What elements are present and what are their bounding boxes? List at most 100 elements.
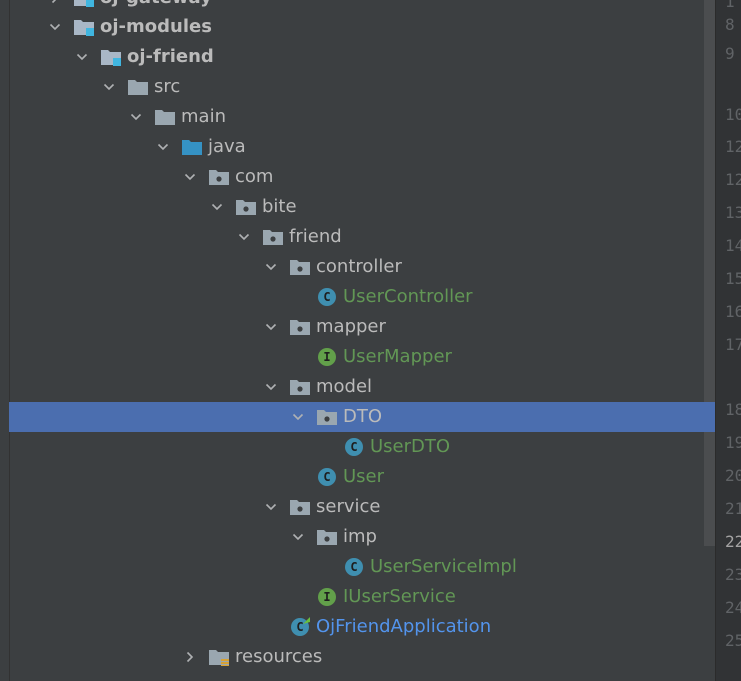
line-number: 9 (725, 44, 735, 63)
line-number: 10 (725, 105, 741, 124)
class-badge-letter: C (345, 438, 363, 456)
source-folder-icon (181, 137, 203, 157)
package-icon (289, 317, 311, 337)
line-number: 14 (725, 236, 741, 255)
tree-row-userserviceimpl[interactable]: C UserServiceImpl (9, 552, 715, 582)
package-icon (235, 197, 257, 217)
tree-row-userdto[interactable]: C UserDTO (9, 432, 715, 462)
class-icon: C (343, 557, 365, 577)
tree-row-dto[interactable]: DTO (9, 402, 715, 432)
line-number: 25 (725, 631, 741, 650)
module-icon (73, 0, 95, 8)
line-number: 16 (725, 302, 741, 321)
tree-row-resources[interactable]: resources (9, 642, 715, 672)
tree-row-com[interactable]: com (9, 162, 715, 192)
project-tree[interactable]: oj-gatewayoj-modulesoj-friendsrcmainjava… (0, 0, 715, 681)
class-icon: C (343, 437, 365, 457)
line-number: 23 (725, 565, 741, 584)
tree-label: oj-modules (100, 16, 212, 37)
class-badge-letter: C (318, 468, 336, 486)
line-number: 13 (725, 203, 741, 222)
editor-gutter: 18910121213141516171819202122232425 (715, 0, 741, 681)
tree-label: OjFriendApplication (316, 616, 492, 637)
tree-label: service (316, 496, 381, 517)
tree-row-iuserservice[interactable]: I IUserService (9, 582, 715, 612)
interface-badge-letter: I (318, 348, 336, 366)
tree-row-usermapper[interactable]: I UserMapper (9, 342, 715, 372)
folder-icon (127, 77, 149, 97)
tree-row-oj-modules[interactable]: oj-modules (9, 12, 715, 42)
package-icon (289, 377, 311, 397)
tree-row-model[interactable]: model (9, 372, 715, 402)
line-number: 21 (725, 499, 741, 518)
tree-row-imp[interactable]: imp (9, 522, 715, 552)
tree-label: DTO (343, 406, 383, 427)
interface-badge-letter: I (318, 588, 336, 606)
interface-icon: I (316, 347, 338, 367)
tree-row-src[interactable]: src (9, 72, 715, 102)
tree-label: mapper (316, 316, 386, 337)
tree-row-ojfriendapplication[interactable]: C OjFriendApplication (9, 612, 715, 642)
chevron-down-icon[interactable] (126, 107, 146, 127)
tree-row-service[interactable]: service (9, 492, 715, 522)
tree-row-friend[interactable]: friend (9, 222, 715, 252)
tree-row-controller[interactable]: controller (9, 252, 715, 282)
chevron-down-icon[interactable] (261, 317, 281, 337)
tree-label: bite (262, 196, 297, 217)
line-number: 12 (725, 137, 741, 156)
spring-class-icon: C (289, 617, 311, 637)
tree-label: oj-friend (127, 46, 214, 67)
tree-row-mapper[interactable]: mapper (9, 312, 715, 342)
tree-row-usercontroller[interactable]: C UserController (9, 282, 715, 312)
package-icon (289, 497, 311, 517)
chevron-down-icon[interactable] (261, 377, 281, 397)
package-icon (316, 407, 338, 427)
chevron-down-icon[interactable] (99, 77, 119, 97)
line-number: 19 (725, 433, 741, 452)
chevron-down-icon[interactable] (288, 407, 308, 427)
tree-label: imp (343, 526, 377, 547)
tree-label: src (154, 76, 181, 97)
tree-label: com (235, 166, 274, 187)
package-icon (262, 227, 284, 247)
module-icon (100, 47, 122, 67)
line-number: 15 (725, 269, 741, 288)
tree-row-java[interactable]: java (9, 132, 715, 162)
resources-folder-icon (208, 647, 230, 667)
class-icon: C (316, 467, 338, 487)
interface-icon: I (316, 587, 338, 607)
chevron-right-icon[interactable] (180, 647, 200, 667)
tree-label: UserDTO (370, 436, 451, 457)
package-icon (208, 167, 230, 187)
line-number: 8 (725, 15, 735, 34)
line-number: 18 (725, 400, 741, 419)
chevron-right-icon[interactable] (45, 0, 65, 8)
folder-icon (154, 107, 176, 127)
chevron-down-icon[interactable] (180, 167, 200, 187)
chevron-down-icon[interactable] (234, 227, 254, 247)
tree-label: IUserService (343, 586, 456, 607)
chevron-down-icon[interactable] (153, 137, 173, 157)
tree-row-bite[interactable]: bite (9, 192, 715, 222)
tree-label: model (316, 376, 373, 397)
chevron-down-icon[interactable] (261, 497, 281, 517)
package-icon (289, 257, 311, 277)
chevron-down-icon[interactable] (72, 47, 92, 67)
line-number: 17 (725, 335, 741, 354)
chevron-down-icon[interactable] (261, 257, 281, 277)
tree-row-user[interactable]: C User (9, 462, 715, 492)
tree-label: UserMapper (343, 346, 452, 367)
chevron-down-icon[interactable] (45, 17, 65, 37)
chevron-down-icon[interactable] (288, 527, 308, 547)
tree-label: User (343, 466, 385, 487)
tree-row-oj-friend[interactable]: oj-friend (9, 42, 715, 72)
chevron-down-icon[interactable] (207, 197, 227, 217)
tree-label: main (181, 106, 226, 127)
tree-row-main[interactable]: main (9, 102, 715, 132)
